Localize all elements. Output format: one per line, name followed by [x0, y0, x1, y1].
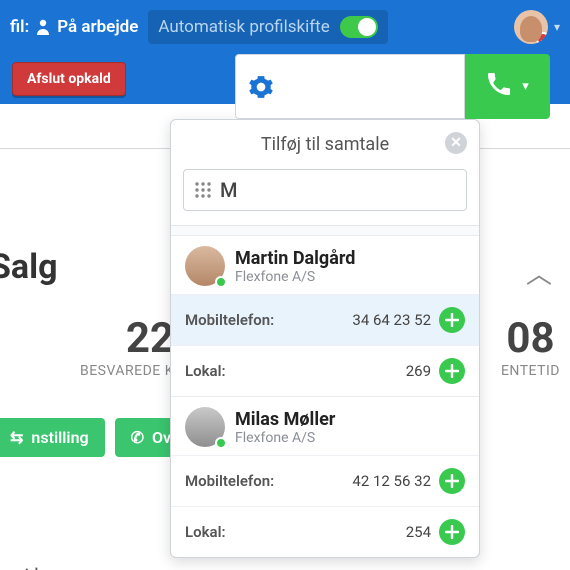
- number-value: 42 12 56 32: [352, 472, 431, 490]
- search-value: M: [220, 178, 238, 202]
- add-button[interactable]: [439, 358, 465, 384]
- contact-header[interactable]: Milas Møller Flexfone A/S: [171, 397, 479, 455]
- number-label: Lokal:: [185, 523, 226, 541]
- close-icon[interactable]: ✕: [445, 132, 467, 154]
- search-input[interactable]: M: [183, 169, 467, 211]
- contact-number-row[interactable]: Mobiltelefon: 42 12 56 32: [171, 455, 479, 506]
- add-to-conversation-popup: Tilføj til samtale ✕ M Martin Dalgård Fl…: [170, 119, 480, 558]
- popup-title: Tilføj til samtale: [261, 134, 389, 155]
- contact-avatar: [185, 407, 225, 447]
- presence-dot-icon: [215, 276, 227, 288]
- end-call-button[interactable]: Afslut opkald: [12, 62, 126, 96]
- stat-waittime: 08 ENTETID: [501, 314, 560, 379]
- number-value: 254: [406, 523, 431, 541]
- dial-bar: ▾: [235, 54, 550, 119]
- contact-company: Flexfone A/S: [235, 430, 335, 446]
- contact-name: Milas Møller: [235, 409, 335, 430]
- chevron-down-icon[interactable]: ▾: [522, 79, 529, 94]
- add-button[interactable]: [439, 307, 465, 333]
- number-value: 269: [406, 362, 431, 380]
- stat-answered-value: 22: [80, 314, 174, 363]
- contact-number-row[interactable]: Lokal: 269: [171, 345, 479, 396]
- contact-company: Flexfone A/S: [235, 269, 355, 285]
- call-button[interactable]: ▾: [465, 54, 550, 119]
- transfer-button[interactable]: ⇆ nstilling: [0, 418, 105, 457]
- dialpad-icon: [194, 181, 212, 199]
- stat-answered-label: BESVAREDE K: [80, 363, 174, 379]
- contact-number-row[interactable]: Mobiltelefon: 34 64 23 52: [171, 294, 479, 345]
- stat-waittime-value: 08: [501, 314, 560, 363]
- add-button[interactable]: [439, 519, 465, 545]
- person-icon: [35, 18, 51, 36]
- contact-header[interactable]: Martin Dalgård Flexfone A/S: [171, 236, 479, 294]
- phone-icon: ✆: [131, 428, 144, 447]
- transfer-label: nstilling: [31, 428, 88, 447]
- chevron-up-icon[interactable]: ︿: [526, 254, 552, 291]
- profile-prefix: fil:: [10, 17, 29, 37]
- transfer-icon: ⇆: [10, 428, 23, 447]
- auto-profile-switch-label: Automatisk profilskifte: [158, 17, 329, 37]
- add-button[interactable]: [439, 468, 465, 494]
- stat-waittime-label: ENTETID: [501, 363, 560, 379]
- dial-input-area[interactable]: [235, 54, 465, 119]
- profile-status: På arbejde: [57, 17, 138, 37]
- profile-indicator[interactable]: fil: På arbejde: [10, 17, 138, 37]
- number-value: 34 64 23 52: [352, 311, 431, 329]
- number-label: Mobiltelefon:: [185, 311, 274, 329]
- stat-answered: 22 BESVAREDE K: [80, 314, 174, 379]
- contact-number-row[interactable]: Lokal: 254: [171, 506, 479, 557]
- dnd-badge-icon: [536, 32, 548, 44]
- number-label: Lokal:: [185, 362, 226, 380]
- contact-avatar: [185, 246, 225, 286]
- presence-dot-icon: [215, 437, 227, 449]
- auto-profile-switch[interactable]: Automatisk profilskifte: [148, 10, 387, 44]
- contact-item: Martin Dalgård Flexfone A/S Mobiltelefon…: [171, 235, 479, 396]
- contact-item: Milas Møller Flexfone A/S Mobiltelefon: …: [171, 396, 479, 557]
- gear-icon[interactable]: [248, 74, 274, 100]
- chevron-down-icon: ▾: [554, 20, 560, 34]
- queue-footer: er i kø: [2, 564, 56, 570]
- user-avatar: [514, 10, 548, 44]
- toggle-switch[interactable]: [340, 16, 378, 38]
- number-label: Mobiltelefon:: [185, 472, 274, 490]
- queue-title: Salg: [0, 247, 58, 287]
- phone-icon: [486, 71, 512, 103]
- contact-name: Martin Dalgård: [235, 248, 355, 269]
- user-menu[interactable]: ▾: [514, 10, 560, 44]
- topbar: fil: På arbejde Automatisk profilskifte …: [0, 0, 570, 54]
